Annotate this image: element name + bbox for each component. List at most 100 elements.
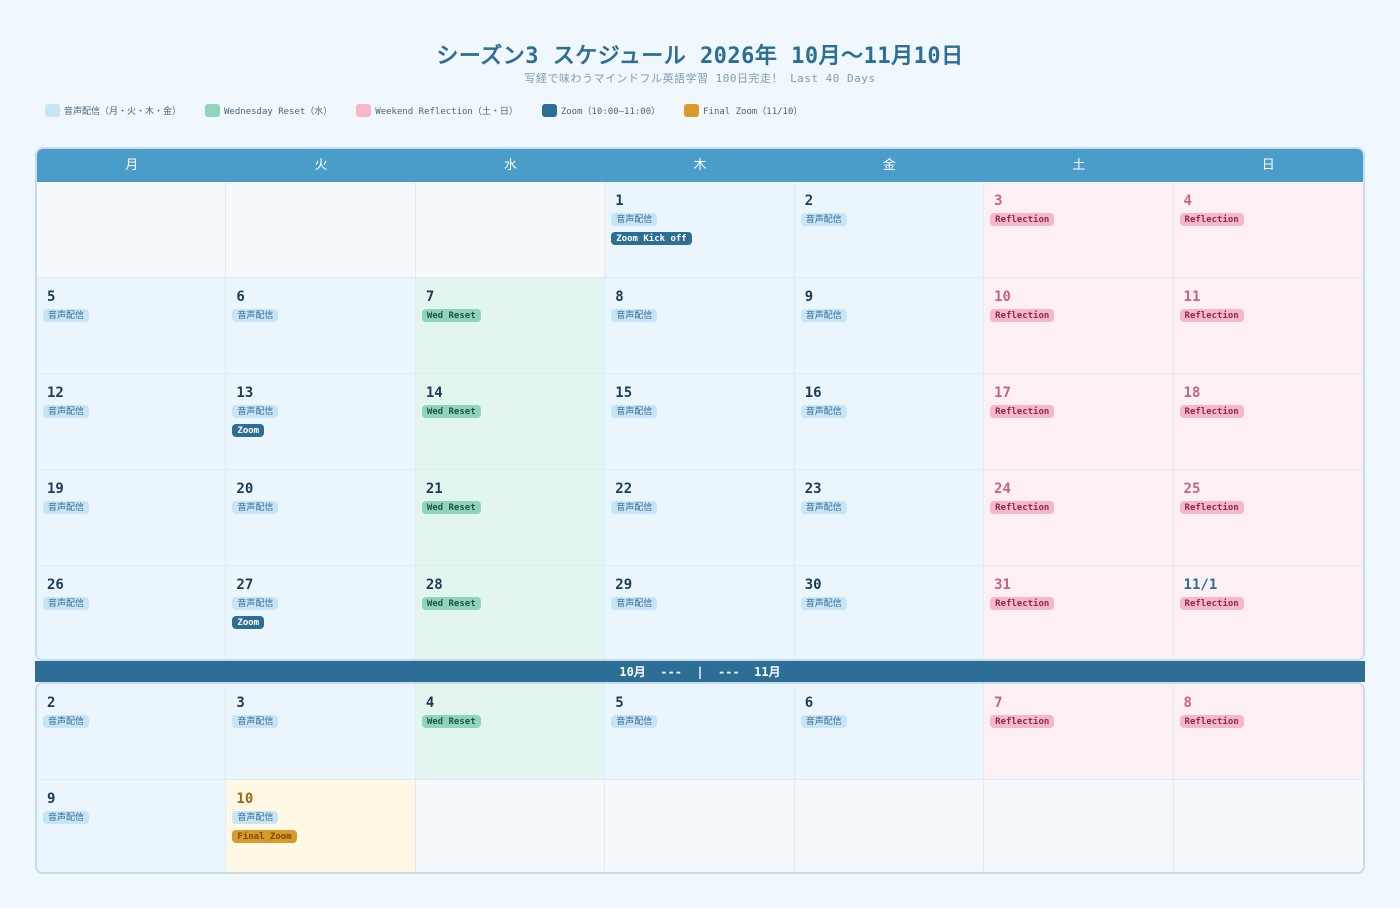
event-badge-wed[interactable]: Wed Reset [421, 501, 481, 514]
day-cell[interactable]: 2 音声配信 [37, 684, 227, 780]
day-cell[interactable]: 13 音声配信 Zoom [226, 374, 416, 470]
day-cell[interactable]: 12 音声配信 [37, 374, 227, 470]
event-badge-ref[interactable]: Reflection [990, 213, 1055, 226]
day-cell[interactable]: 19 音声配信 [37, 470, 227, 566]
event-badge-ref[interactable]: Reflection [1179, 597, 1244, 610]
event-badge-ref[interactable]: Reflection [1179, 501, 1244, 514]
event-list: 音声配信 [43, 808, 225, 824]
day-cell[interactable]: 8 音声配信 [605, 278, 795, 374]
event-badge-final[interactable]: Final Zoom [232, 830, 297, 843]
day-number: 17 [994, 385, 1011, 401]
event-badge-audio[interactable]: 音声配信 [232, 501, 279, 514]
day-cell[interactable]: 9 音声配信 [37, 780, 227, 872]
day-cell[interactable]: 16 音声配信 [794, 374, 985, 470]
day-cell[interactable]: 10 Reflection [984, 278, 1174, 374]
event-badge-audio[interactable]: 音声配信 [232, 405, 279, 418]
event-badge-wed[interactable]: Wed Reset [421, 597, 481, 610]
event-badge-audio[interactable]: 音声配信 [611, 309, 658, 322]
day-cell[interactable]: 22 音声配信 [605, 470, 795, 566]
event-list: Reflection [990, 498, 1172, 514]
event-list: Wed Reset [421, 594, 604, 610]
event-list: Wed Reset [421, 712, 604, 728]
event-badge-audio[interactable]: 音声配信 [611, 405, 658, 418]
event-badge-audio[interactable]: 音声配信 [800, 597, 847, 610]
day-cell[interactable]: 4 Reflection [1173, 182, 1363, 278]
empty-day-cell [984, 780, 1174, 872]
day-cell[interactable]: 1 音声配信 Zoom Kick off [605, 182, 795, 278]
day-cell[interactable]: 5 音声配信 [37, 278, 227, 374]
day-cell[interactable]: 20 音声配信 [226, 470, 416, 566]
day-cell[interactable]: 8 Reflection [1173, 684, 1363, 780]
event-badge-audio[interactable]: 音声配信 [43, 811, 90, 824]
event-badge-ref[interactable]: Reflection [990, 309, 1055, 322]
day-cell[interactable]: 3 Reflection [984, 182, 1174, 278]
event-badge-ref[interactable]: Reflection [1179, 309, 1244, 322]
day-number: 5 [47, 289, 56, 305]
event-badge-audio[interactable]: 音声配信 [611, 213, 658, 226]
event-badge-audio[interactable]: 音声配信 [43, 501, 90, 514]
november-calendar: 2 音声配信 3 音声配信 4 Wed Reset 5 音声配信 6 音声配信 7 Reflectio… [35, 682, 1365, 874]
day-cell[interactable]: 14 Wed Reset [415, 374, 606, 470]
event-badge-audio[interactable]: 音声配信 [611, 715, 658, 728]
day-cell[interactable]: 30 音声配信 [794, 566, 985, 659]
event-badge-ref[interactable]: Reflection [990, 715, 1055, 728]
event-badge-audio[interactable]: 音声配信 [800, 213, 847, 226]
event-badge-audio[interactable]: 音声配信 [800, 405, 847, 418]
event-badge-zoom[interactable]: Zoom Kick off [611, 232, 692, 245]
event-list: 音声配信 [43, 306, 225, 322]
day-cell[interactable]: 23 音声配信 [794, 470, 985, 566]
event-badge-audio[interactable]: 音声配信 [232, 811, 279, 824]
event-badge-audio[interactable]: 音声配信 [800, 715, 847, 728]
event-badge-audio[interactable]: 音声配信 [800, 309, 847, 322]
event-badge-audio[interactable]: 音声配信 [800, 501, 847, 514]
event-badge-ref[interactable]: Reflection [990, 597, 1055, 610]
event-badge-zoom[interactable]: Zoom [232, 616, 265, 629]
day-cell[interactable]: 3 音声配信 [226, 684, 416, 780]
event-badge-ref[interactable]: Reflection [990, 501, 1055, 514]
empty-day-cell [605, 780, 795, 872]
event-badge-ref[interactable]: Reflection [1179, 715, 1244, 728]
event-list: 音声配信 [800, 498, 983, 514]
day-cell[interactable]: 28 Wed Reset [415, 566, 606, 659]
event-badge-audio[interactable]: 音声配信 [611, 501, 658, 514]
event-list: 音声配信 [43, 498, 225, 514]
day-cell[interactable]: 29 音声配信 [605, 566, 795, 659]
event-badge-audio[interactable]: 音声配信 [611, 597, 658, 610]
day-cell[interactable]: 5 音声配信 [605, 684, 795, 780]
day-cell[interactable]: 11/1 Reflection [1173, 566, 1363, 659]
day-cell[interactable]: 6 音声配信 [226, 278, 416, 374]
event-badge-audio[interactable]: 音声配信 [232, 715, 279, 728]
day-cell[interactable]: 27 音声配信 Zoom [226, 566, 416, 659]
event-badge-wed[interactable]: Wed Reset [421, 309, 481, 322]
day-cell[interactable]: 7 Wed Reset [415, 278, 606, 374]
day-cell[interactable]: 17 Reflection [984, 374, 1174, 470]
day-cell[interactable]: 26 音声配信 [37, 566, 227, 659]
day-cell[interactable]: 25 Reflection [1173, 470, 1363, 566]
day-cell[interactable]: 15 音声配信 [605, 374, 795, 470]
day-cell[interactable]: 10 音声配信 Final Zoom [226, 780, 416, 872]
event-badge-audio[interactable]: 音声配信 [43, 715, 90, 728]
day-cell[interactable]: 21 Wed Reset [415, 470, 606, 566]
day-cell[interactable]: 24 Reflection [984, 470, 1174, 566]
event-badge-wed[interactable]: Wed Reset [421, 405, 481, 418]
day-cell[interactable]: 9 音声配信 [794, 278, 985, 374]
event-badge-ref[interactable]: Reflection [1179, 213, 1244, 226]
day-cell[interactable]: 6 音声配信 [794, 684, 985, 780]
day-cell[interactable]: 7 Reflection [984, 684, 1174, 780]
day-cell[interactable]: 18 Reflection [1173, 374, 1363, 470]
day-cell[interactable]: 4 Wed Reset [415, 684, 606, 780]
event-badge-audio[interactable]: 音声配信 [43, 309, 90, 322]
event-badge-audio[interactable]: 音声配信 [232, 309, 279, 322]
day-cell[interactable]: 31 Reflection [984, 566, 1174, 659]
event-badge-ref[interactable]: Reflection [990, 405, 1055, 418]
event-badge-audio[interactable]: 音声配信 [232, 597, 279, 610]
event-list: 音声配信 [611, 594, 793, 610]
event-badge-audio[interactable]: 音声配信 [43, 405, 90, 418]
event-badge-audio[interactable]: 音声配信 [43, 597, 90, 610]
event-badge-zoom[interactable]: Zoom [232, 424, 265, 437]
day-cell[interactable]: 2 音声配信 [794, 182, 985, 278]
event-list: Wed Reset [421, 498, 604, 514]
event-badge-ref[interactable]: Reflection [1179, 405, 1244, 418]
event-badge-wed[interactable]: Wed Reset [421, 715, 481, 728]
day-cell[interactable]: 11 Reflection [1173, 278, 1363, 374]
